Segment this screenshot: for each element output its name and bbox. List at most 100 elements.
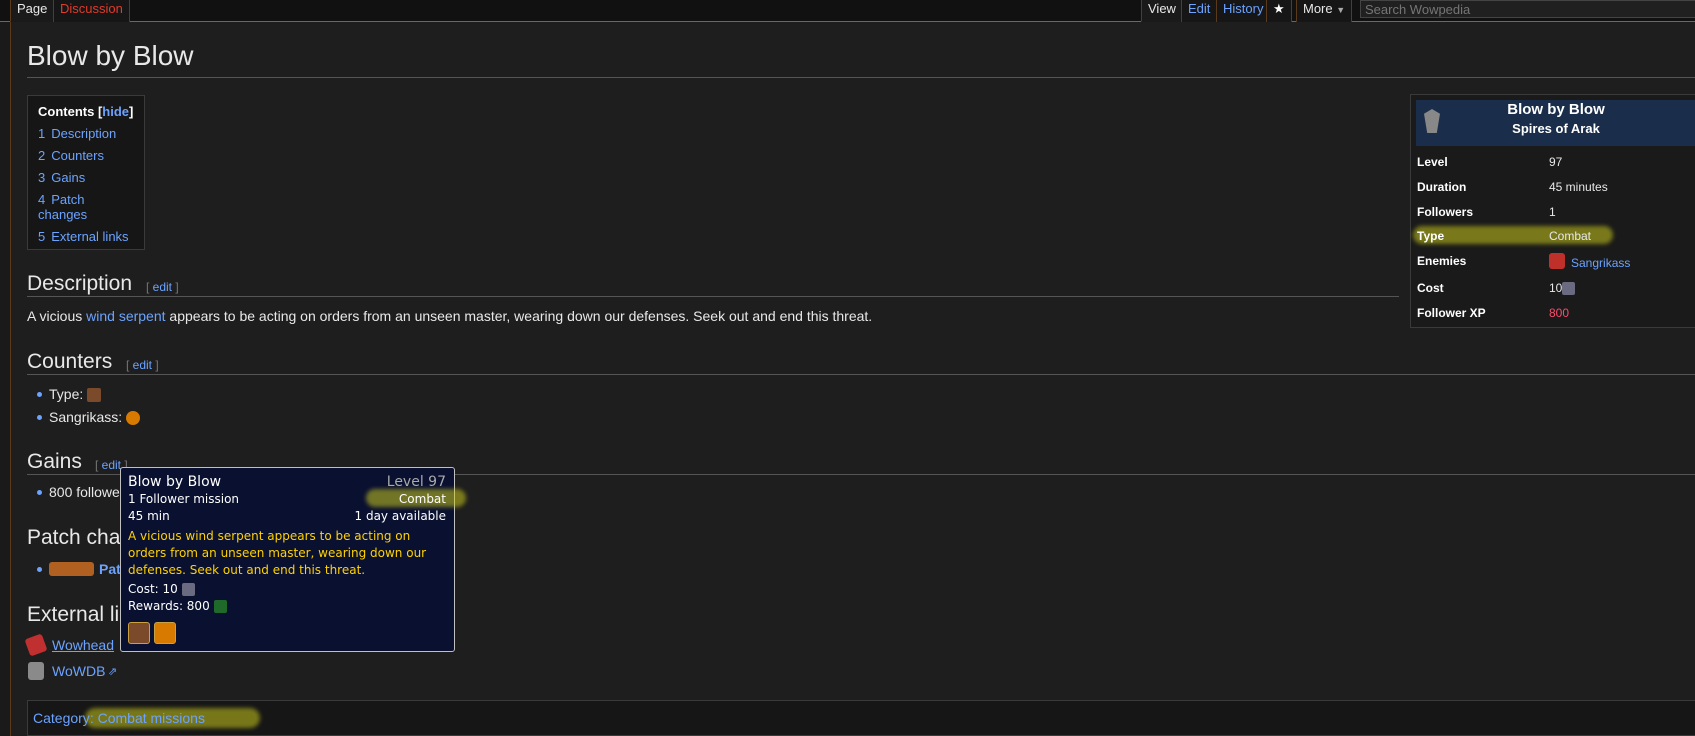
description-text-end: appears to be acting on orders from an u… (165, 308, 873, 324)
sangrikass-link[interactable]: Sangrikass (1571, 256, 1630, 270)
category-combat-missions-link[interactable]: Combat missions (98, 710, 205, 726)
infobox-value-duration: 45 minutes (1549, 180, 1608, 194)
category-bar (27, 700, 1695, 736)
infobox-label-duration: Duration (1417, 180, 1467, 194)
bullet (37, 490, 42, 495)
toc-item-label: External links (51, 229, 129, 244)
infobox-subtitle: Spires of Arak (1512, 121, 1600, 136)
chevron-down-icon: ▼ (1336, 5, 1346, 15)
tooltip-level: Level 97 (386, 474, 446, 490)
combat-type-icon (87, 388, 102, 403)
counter-enemy-item: Sangrikass: (49, 409, 141, 426)
tooltip-followers: 1 Follower mission (128, 492, 240, 506)
edit-link-label[interactable]: edit (133, 358, 152, 372)
tab-edit[interactable]: Edit (1181, 0, 1218, 22)
tab-discussion[interactable]: Discussion (53, 0, 130, 22)
description-edit-link[interactable]: [ edit ] (146, 280, 179, 294)
sangrikass-icon (1549, 253, 1565, 269)
garrison-resources-icon (1562, 282, 1576, 296)
toc-item-label: Description (51, 126, 117, 141)
toc-item-number: 5 (38, 229, 46, 244)
infobox-label-followers: Followers (1417, 205, 1474, 219)
gains-item: 800 followe (49, 484, 120, 500)
toc-item-label: Counters (51, 148, 104, 163)
tab-view[interactable]: View (1141, 0, 1183, 22)
wind-serpent-link[interactable]: wind serpent (86, 308, 165, 324)
infobox-value-followers: 1 (1549, 205, 1556, 219)
infobox-title: Blow by Blow (1507, 101, 1605, 118)
tab-page[interactable]: Page (10, 0, 55, 22)
infobox-label-type: Type (1417, 229, 1445, 243)
top-nav-bar: Page Discussion View Edit History ★ More… (0, 0, 1695, 22)
external-link-icon: ⇗ (108, 666, 118, 678)
ability-icon (154, 622, 176, 644)
section-divider (27, 374, 1695, 375)
wowdb-link[interactable]: WoWDB (52, 663, 105, 679)
wowdb-icon (28, 662, 44, 680)
toc-hide-link[interactable]: hide (102, 104, 129, 119)
counters-heading: Counters (27, 350, 113, 373)
tab-history-label: History (1223, 1, 1264, 16)
page-title: Blow by Blow (27, 40, 194, 71)
bullet (37, 415, 42, 420)
watch-star-icon[interactable]: ★ (1266, 0, 1292, 22)
counter-type-item: Type: (49, 386, 102, 403)
infobox-label-enemies: Enemies (1417, 254, 1467, 268)
category-links: Category: Combat missions (33, 710, 205, 726)
tooltip-availability: 1 day available (354, 509, 447, 523)
patch-changes-heading: Patch cha (27, 526, 121, 549)
toc-item-gains[interactable]: 3 Gains (38, 170, 134, 185)
infobox-label-level: Level (1417, 155, 1448, 169)
toc-item-number: 3 (38, 170, 46, 185)
infobox-value-cost: 10 (1549, 281, 1576, 296)
search-input[interactable] (1360, 0, 1695, 18)
wowhead-link[interactable]: Wowhead (52, 637, 114, 653)
cost-amount: 10 (1549, 281, 1563, 295)
title-divider (27, 77, 1695, 78)
tooltip-type: Combat (398, 492, 446, 506)
toc-item-label: Patch changes (38, 192, 88, 222)
tab-more-label: More (1303, 1, 1333, 16)
description-text-start: A vicious (27, 308, 87, 324)
ability-icon (126, 411, 141, 426)
toc-item-number: 2 (38, 148, 46, 163)
category-label-link[interactable]: Category (33, 710, 90, 726)
toc-heading: Contents [hide] (38, 104, 134, 119)
tooltip-description: A vicious wind serpent appears to be act… (128, 529, 427, 577)
toc-item-label: Gains (51, 170, 86, 185)
tab-page-label: Page (17, 1, 48, 16)
tab-edit-label: Edit (1188, 1, 1211, 16)
toc-item-number: 1 (38, 126, 46, 141)
edit-link-label[interactable]: edit (102, 458, 121, 472)
tooltip-cost-text: Cost: 10 (128, 582, 178, 596)
counters-edit-link[interactable]: [ edit ] (126, 358, 159, 372)
combat-type-icon (128, 622, 150, 644)
infobox-value-level: 97 (1549, 155, 1563, 169)
infobox-value-type: Combat (1549, 229, 1592, 243)
tab-history[interactable]: History (1216, 0, 1271, 22)
description-text: A vicious wind serpent appears to be act… (27, 308, 872, 324)
tooltip-cost: Cost: 10 (128, 582, 195, 596)
tooltip-rewards: Rewards: 800 (128, 599, 227, 613)
tab-view-label: View (1148, 1, 1176, 16)
tab-discussion-label: Discussion (60, 1, 123, 16)
edit-link-label[interactable]: edit (153, 280, 172, 294)
mission-infobox: Blow by Blow Spires of Arak Level 97 Dur… (1410, 94, 1695, 328)
mission-tooltip: Blow by Blow Level 97 1 Follower mission… (120, 467, 466, 652)
description-heading: Description (27, 272, 133, 295)
patch-link[interactable]: Pat (99, 561, 121, 577)
toc-item-counters[interactable]: 2 Counters (38, 148, 134, 163)
toc-item-external-links[interactable]: 5 External links (38, 229, 134, 244)
infobox-label-follower-xp: Follower XP (1417, 306, 1486, 320)
counter-type-label: Type: (49, 386, 84, 402)
tab-more[interactable]: More ▼ (1296, 0, 1353, 22)
table-of-contents: Contents [hide] 1 Description 2 Counters 3… (27, 95, 145, 250)
xp-icon (213, 600, 227, 613)
wod-patch-icon (49, 562, 94, 576)
tooltip-title: Blow by Blow (128, 474, 222, 490)
toc-item-description[interactable]: 1 Description (38, 126, 134, 141)
toc-item-patch-changes[interactable]: 4 Patch changes (38, 192, 134, 222)
bullet (37, 567, 42, 572)
gains-heading: Gains (27, 450, 82, 473)
toc-item-number: 4 (38, 192, 46, 207)
